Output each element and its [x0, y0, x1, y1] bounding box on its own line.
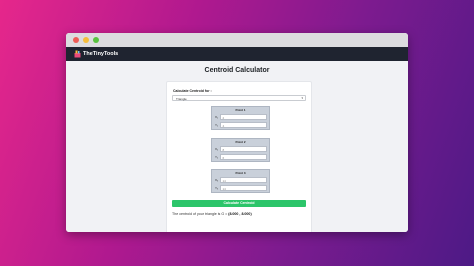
- point-3-x-value: 14: [222, 178, 226, 183]
- point-1-x-value: 2: [222, 115, 225, 120]
- point-3-y-label: Y₃: [215, 186, 219, 190]
- point-3-y-value: 14: [222, 186, 226, 191]
- page-title: Centroid Calculator: [204, 67, 270, 74]
- point-3-y-input[interactable]: 14: [220, 185, 267, 191]
- close-window-icon[interactable]: [73, 37, 79, 43]
- point-2-y-label: Y₂: [215, 155, 219, 159]
- point-3-box: Point 3 X₃ 14 Y₃ 14: [211, 169, 270, 193]
- point-2-x-value: 8: [222, 147, 225, 152]
- calculate-for-label: Calculate Centroid for :: [173, 89, 212, 93]
- site-navbar: TheTinyTools: [66, 47, 408, 61]
- point-1-box: Point 1 X₁ 2 Y₁ 4: [211, 106, 270, 130]
- result-prefix: The centroid of your triangle is G =: [172, 212, 229, 216]
- point-3-title: Point 3: [235, 171, 246, 175]
- main-content: Centroid Calculator Calculate Centroid f…: [66, 61, 408, 232]
- point-1-x-label: X₁: [215, 115, 219, 119]
- point-2-title: Point 2: [235, 140, 246, 144]
- minimize-window-icon[interactable]: [83, 37, 89, 43]
- shape-select-value: Triangle: [176, 96, 187, 101]
- point-2-x-label: X₂: [215, 147, 219, 151]
- point-3-x-label: X₃: [215, 178, 219, 182]
- calculator-card: Calculate Centroid for : Triangle ▾ Poin…: [166, 81, 312, 232]
- chevron-down-icon: ▾: [301, 96, 303, 100]
- maximize-window-icon[interactable]: [93, 37, 99, 43]
- tinytools-logo-icon[interactable]: [74, 50, 81, 58]
- point-3-x-input[interactable]: 14: [220, 177, 267, 183]
- point-1-y-label: Y₁: [215, 123, 219, 127]
- centroid-result: The centroid of your triangle is G = (8.…: [172, 212, 252, 216]
- result-close-paren: ): [250, 212, 252, 216]
- point-1-y-value: 4: [222, 123, 225, 128]
- browser-window: TheTinyTools Centroid Calculator Calcula…: [66, 33, 408, 232]
- calculate-centroid-button[interactable]: Calculate Centroid: [172, 200, 306, 207]
- point-2-y-input[interactable]: 6: [220, 154, 267, 160]
- brand-name[interactable]: TheTinyTools: [83, 50, 118, 58]
- point-1-x-input[interactable]: 2: [220, 114, 267, 120]
- point-1-y-input[interactable]: 4: [220, 122, 267, 128]
- window-titlebar: [66, 33, 408, 47]
- point-1-title: Point 1: [235, 108, 246, 112]
- shape-select[interactable]: Triangle ▾: [172, 95, 306, 101]
- point-2-x-input[interactable]: 8: [220, 146, 267, 152]
- point-2-box: Point 2 X₂ 8 Y₂ 6: [211, 138, 270, 162]
- point-2-y-value: 6: [222, 155, 225, 160]
